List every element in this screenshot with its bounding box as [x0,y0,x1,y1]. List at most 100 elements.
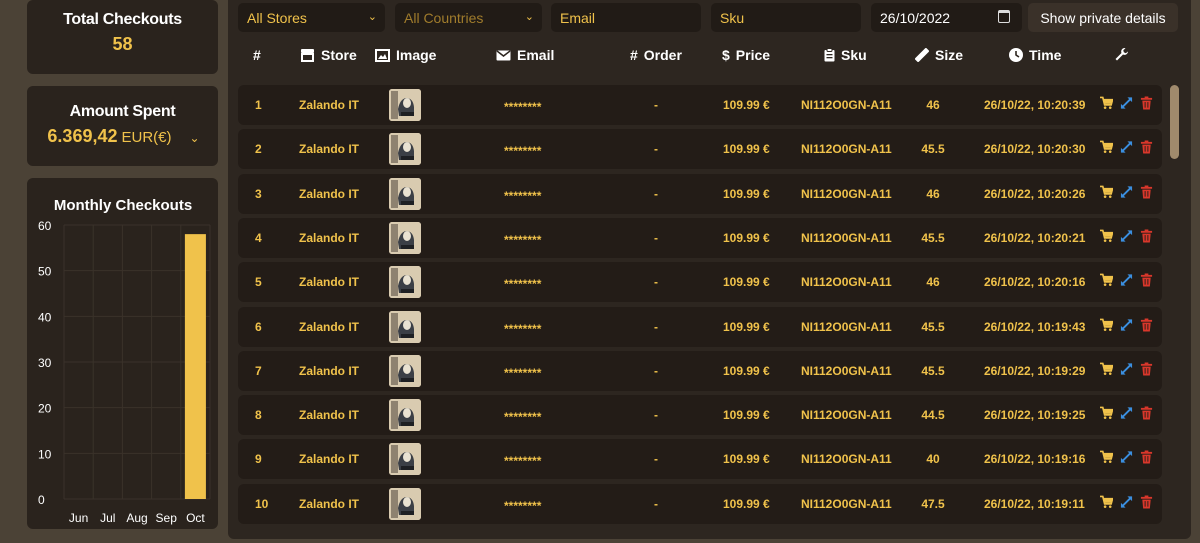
product-thumbnail[interactable] [389,133,421,165]
table-row[interactable]: 4 Zalando IT ******** - 109.99 € NI112O0GN-A1… [238,218,1162,258]
col-order-label: Order [643,47,682,63]
row-size: 45.5 [921,364,945,378]
cart-icon[interactable] [1100,318,1113,332]
trash-icon[interactable] [1140,406,1153,420]
scrollbar-thumb[interactable] [1170,85,1179,159]
expand-icon[interactable] [1120,140,1133,154]
cart-icon[interactable] [1100,185,1113,199]
table-row[interactable]: 10 Zalando IT ******** - 109.99 € NI112O0GN-A… [238,484,1162,524]
email-filter-input[interactable]: Email [551,3,701,32]
table-row[interactable]: 7 Zalando IT ******** - 109.99 € NI112O0GN-A1… [238,351,1162,391]
cart-icon[interactable] [1100,273,1113,287]
table-row[interactable]: 3 Zalando IT ******** - 109.99 € NI112O0GN-A1… [238,174,1162,214]
wrench-icon [1115,48,1128,61]
chevron-down-icon[interactable]: ⌄ [190,131,200,145]
expand-icon[interactable] [1120,450,1133,464]
table-row[interactable]: 1 Zalando IT ******** - 109.99 € NI112O0GN-A1… [238,85,1162,125]
cart-icon[interactable] [1100,140,1113,154]
row-time: 26/10/22, 10:19:43 [984,320,1086,334]
expand-icon[interactable] [1120,96,1133,110]
row-number: 4 [255,231,262,245]
table-row[interactable]: 6 Zalando IT ******** - 109.99 € NI112O0GN-A1… [238,307,1162,347]
cart-icon[interactable] [1100,406,1113,420]
trash-icon[interactable] [1140,185,1153,199]
col-header-image[interactable]: Image [375,47,436,63]
monthly-checkouts-chart: Monthly Checkouts 0 10 20 30 40 50 60 Jun Jul Aug… [38,197,211,525]
currency-selector[interactable]: 6.369,42 EUR(€) ⌄ [27,121,218,147]
table-row[interactable]: 2 Zalando IT ******** - 109.99 € NI112O0GN-A1… [238,129,1162,169]
table-row[interactable]: 5 Zalando IT ******** - 109.99 € NI112O0GN-A1… [238,262,1162,302]
col-header-store[interactable]: Store [300,47,357,63]
row-sku: NI112O0GN-A11 [801,364,892,378]
row-size: 46 [926,275,940,289]
trash-icon[interactable] [1140,229,1153,243]
expand-icon[interactable] [1120,273,1133,287]
product-thumbnail[interactable] [389,311,421,343]
product-thumbnail[interactable] [389,89,421,121]
product-thumbnail[interactable] [389,222,421,254]
trash-icon[interactable] [1140,273,1153,287]
trash-icon[interactable] [1140,318,1153,332]
row-time: 26/10/22, 10:20:21 [984,231,1086,245]
table-row[interactable]: 8 Zalando IT ******** - 109.99 € NI112O0GN-A1… [238,395,1162,435]
row-store: Zalando IT [299,98,359,112]
expand-icon[interactable] [1120,406,1133,420]
col-size-label: Size [935,47,964,63]
col-header-size[interactable]: Size [915,47,963,63]
row-order: - [654,320,658,334]
x-tick-label: Aug [126,511,147,525]
product-thumbnail[interactable] [389,443,421,475]
x-tick-label: Oct [186,511,205,525]
cart-icon[interactable] [1100,362,1113,376]
col-header-price[interactable]: $ Price [722,47,770,63]
col-header-time[interactable]: Time [1009,47,1061,63]
trash-icon[interactable] [1140,495,1153,509]
row-number: 9 [255,452,262,466]
cart-icon[interactable] [1100,495,1113,509]
expand-icon[interactable] [1120,229,1133,243]
row-email: ******** [504,366,542,380]
cart-icon[interactable] [1100,229,1113,243]
product-thumbnail[interactable] [389,178,421,210]
trash-icon[interactable] [1140,362,1153,376]
col-header-order[interactable]: # Order [630,47,682,63]
product-thumbnail[interactable] [389,399,421,431]
row-email: ******** [504,322,542,336]
cart-icon[interactable] [1100,96,1113,110]
expand-icon[interactable] [1120,185,1133,199]
expand-icon[interactable] [1120,362,1133,376]
row-size: 46 [926,187,940,201]
trash-icon[interactable] [1140,450,1153,464]
trash-icon[interactable] [1140,140,1153,154]
row-email: ******** [504,277,542,291]
row-number: 10 [255,497,269,511]
table-row[interactable]: 9 Zalando IT ******** - 109.99 € NI112O0GN-A1… [238,439,1162,479]
chart-bar[interactable] [184,234,206,499]
row-time: 26/10/22, 10:19:16 [984,452,1086,466]
sku-filter-input[interactable]: Sku [711,3,861,32]
calendar-icon[interactable] [998,10,1010,23]
col-time-label: Time [1029,47,1062,63]
product-thumbnail[interactable] [389,488,421,520]
y-tick-label: 20 [38,402,52,416]
x-tick-label: Jun [69,511,88,525]
expand-icon[interactable] [1120,318,1133,332]
date-filter-input[interactable]: 26/10/2022 [871,3,1022,32]
show-private-details-button[interactable]: Show private details [1028,3,1178,32]
trash-icon[interactable] [1140,96,1153,110]
col-sku-label: Sku [841,47,867,63]
row-size: 46 [926,98,940,112]
col-header-email[interactable]: Email [496,47,554,63]
col-header-sku[interactable]: Sku [824,47,867,63]
country-filter-select[interactable]: All Countries ⌄ [395,3,542,32]
row-price: 109.99 € [723,98,770,112]
product-thumbnail[interactable] [389,266,421,298]
store-filter-select[interactable]: All Stores ⌄ [238,3,385,32]
row-number: 1 [255,98,262,112]
row-sku: NI112O0GN-A11 [801,187,892,201]
expand-icon[interactable] [1120,495,1133,509]
product-thumbnail[interactable] [389,355,421,387]
row-store: Zalando IT [299,497,359,511]
email-filter-placeholder: Email [560,9,596,26]
cart-icon[interactable] [1100,450,1113,464]
